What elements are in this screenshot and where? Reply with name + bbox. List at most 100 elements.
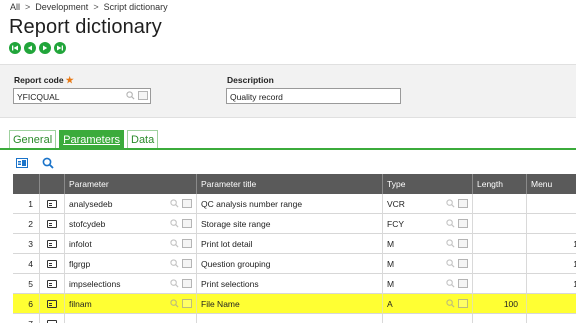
type-cell[interactable]: FCY: [383, 214, 473, 234]
list-icon[interactable]: [182, 279, 192, 288]
description-field[interactable]: Quality record: [226, 88, 401, 104]
search-icon[interactable]: [126, 91, 135, 100]
search-icon[interactable]: [446, 199, 455, 208]
column-header-type[interactable]: Type: [383, 174, 473, 194]
tab-parameters[interactable]: Parameters: [59, 130, 124, 149]
length-cell[interactable]: [473, 254, 527, 274]
table-row[interactable]: 1 analysedeb QC analysis number range VC…: [13, 194, 576, 214]
breadcrumb-item-development[interactable]: Development: [35, 2, 88, 16]
list-icon[interactable]: [182, 219, 192, 228]
search-icon[interactable]: [446, 259, 455, 268]
length-cell[interactable]: [473, 274, 527, 294]
list-icon[interactable]: [458, 259, 468, 268]
list-icon[interactable]: [458, 199, 468, 208]
row-action-icon[interactable]: [40, 274, 65, 294]
breadcrumb-item-script-dictionary[interactable]: Script dictionary: [104, 2, 168, 16]
row-action-icon[interactable]: [40, 214, 65, 234]
row-action-icon[interactable]: [40, 314, 65, 323]
parameter-title-cell[interactable]: Print selections: [197, 274, 383, 294]
length-cell[interactable]: [473, 194, 527, 214]
parameter-title-cell[interactable]: [197, 314, 383, 323]
length-cell[interactable]: [473, 314, 527, 323]
menu-cell[interactable]: 1: [527, 234, 576, 254]
list-icon[interactable]: [182, 199, 192, 208]
length-cell[interactable]: 100: [473, 294, 527, 314]
table-row[interactable]: 7: [13, 314, 576, 323]
type-cell[interactable]: A: [383, 294, 473, 314]
search-icon[interactable]: [446, 279, 455, 288]
table-row[interactable]: 3 infolot Print lot detail M 1: [13, 234, 576, 254]
breadcrumb-separator: >: [25, 2, 31, 12]
search-icon[interactable]: [170, 299, 179, 308]
type-cell[interactable]: M: [383, 234, 473, 254]
length-cell[interactable]: [473, 214, 527, 234]
parameter-cell[interactable]: infolot: [65, 234, 197, 254]
row-number: 3: [13, 234, 40, 254]
parameter-cell[interactable]: flgrgp: [65, 254, 197, 274]
first-record-button[interactable]: [9, 42, 21, 54]
breadcrumb-item-all[interactable]: All: [10, 2, 20, 16]
search-icon[interactable]: [446, 219, 455, 228]
parameter-cell[interactable]: analysedeb: [65, 194, 197, 214]
parameter-cell[interactable]: stofcydeb: [65, 214, 197, 234]
parameter-cell[interactable]: [65, 314, 197, 323]
tab-data[interactable]: Data: [127, 130, 159, 149]
parameter-title-cell[interactable]: Print lot detail: [197, 234, 383, 254]
last-record-button[interactable]: [54, 42, 66, 54]
table-row[interactable]: 4 flgrgp Question grouping M 1: [13, 254, 576, 274]
tab-general[interactable]: General: [9, 130, 57, 149]
parameter-cell[interactable]: filnam: [65, 294, 197, 314]
menu-cell[interactable]: 1: [527, 254, 576, 274]
list-icon[interactable]: [182, 259, 192, 268]
menu-cell[interactable]: [527, 214, 576, 234]
length-cell[interactable]: [473, 234, 527, 254]
list-icon[interactable]: [458, 239, 468, 248]
parameter-title-cell[interactable]: Question grouping: [197, 254, 383, 274]
report-code-field[interactable]: YFICQUAL: [13, 88, 151, 104]
next-record-button[interactable]: [39, 42, 51, 54]
column-header-menu[interactable]: Menu: [527, 174, 576, 194]
column-header-parameter[interactable]: Parameter: [65, 174, 197, 194]
record-navigation: [9, 42, 66, 54]
search-icon[interactable]: [170, 279, 179, 288]
table-row[interactable]: 2 stofcydeb Storage site range FCY: [13, 214, 576, 234]
column-header-parameter-title[interactable]: Parameter title: [197, 174, 383, 194]
list-icon[interactable]: [138, 91, 148, 100]
menu-cell[interactable]: [527, 194, 576, 214]
search-icon[interactable]: [170, 219, 179, 228]
menu-cell[interactable]: [527, 294, 576, 314]
previous-record-button[interactable]: [24, 42, 36, 54]
list-icon[interactable]: [182, 299, 192, 308]
grid-toolbar: [16, 157, 54, 169]
menu-cell[interactable]: 1: [527, 274, 576, 294]
row-action-icon[interactable]: [40, 254, 65, 274]
type-cell[interactable]: VCR: [383, 194, 473, 214]
search-icon[interactable]: [446, 299, 455, 308]
next-icon: [43, 45, 48, 51]
row-action-icon[interactable]: [40, 294, 65, 314]
column-header-length[interactable]: Length: [473, 174, 527, 194]
list-icon[interactable]: [458, 279, 468, 288]
list-icon[interactable]: [458, 299, 468, 308]
search-icon[interactable]: [170, 259, 179, 268]
grid-search-icon[interactable]: [42, 157, 54, 169]
list-icon[interactable]: [182, 239, 192, 248]
type-value: FCY: [387, 219, 404, 229]
parameter-cell[interactable]: impselections: [65, 274, 197, 294]
search-icon[interactable]: [170, 239, 179, 248]
list-icon[interactable]: [458, 219, 468, 228]
table-row-highlighted[interactable]: 6 filnam File Name A 100: [13, 294, 576, 314]
menu-cell[interactable]: [527, 314, 576, 323]
row-action-icon[interactable]: [40, 194, 65, 214]
type-cell[interactable]: M: [383, 274, 473, 294]
search-icon[interactable]: [170, 199, 179, 208]
type-cell[interactable]: [383, 314, 473, 323]
search-icon[interactable]: [446, 239, 455, 248]
parameter-title-cell[interactable]: File Name: [197, 294, 383, 314]
grid-settings-icon[interactable]: [16, 158, 28, 168]
table-row[interactable]: 5 impselections Print selections M 1: [13, 274, 576, 294]
row-action-icon[interactable]: [40, 234, 65, 254]
parameter-title-cell[interactable]: QC analysis number range: [197, 194, 383, 214]
type-cell[interactable]: M: [383, 254, 473, 274]
parameter-title-cell[interactable]: Storage site range: [197, 214, 383, 234]
